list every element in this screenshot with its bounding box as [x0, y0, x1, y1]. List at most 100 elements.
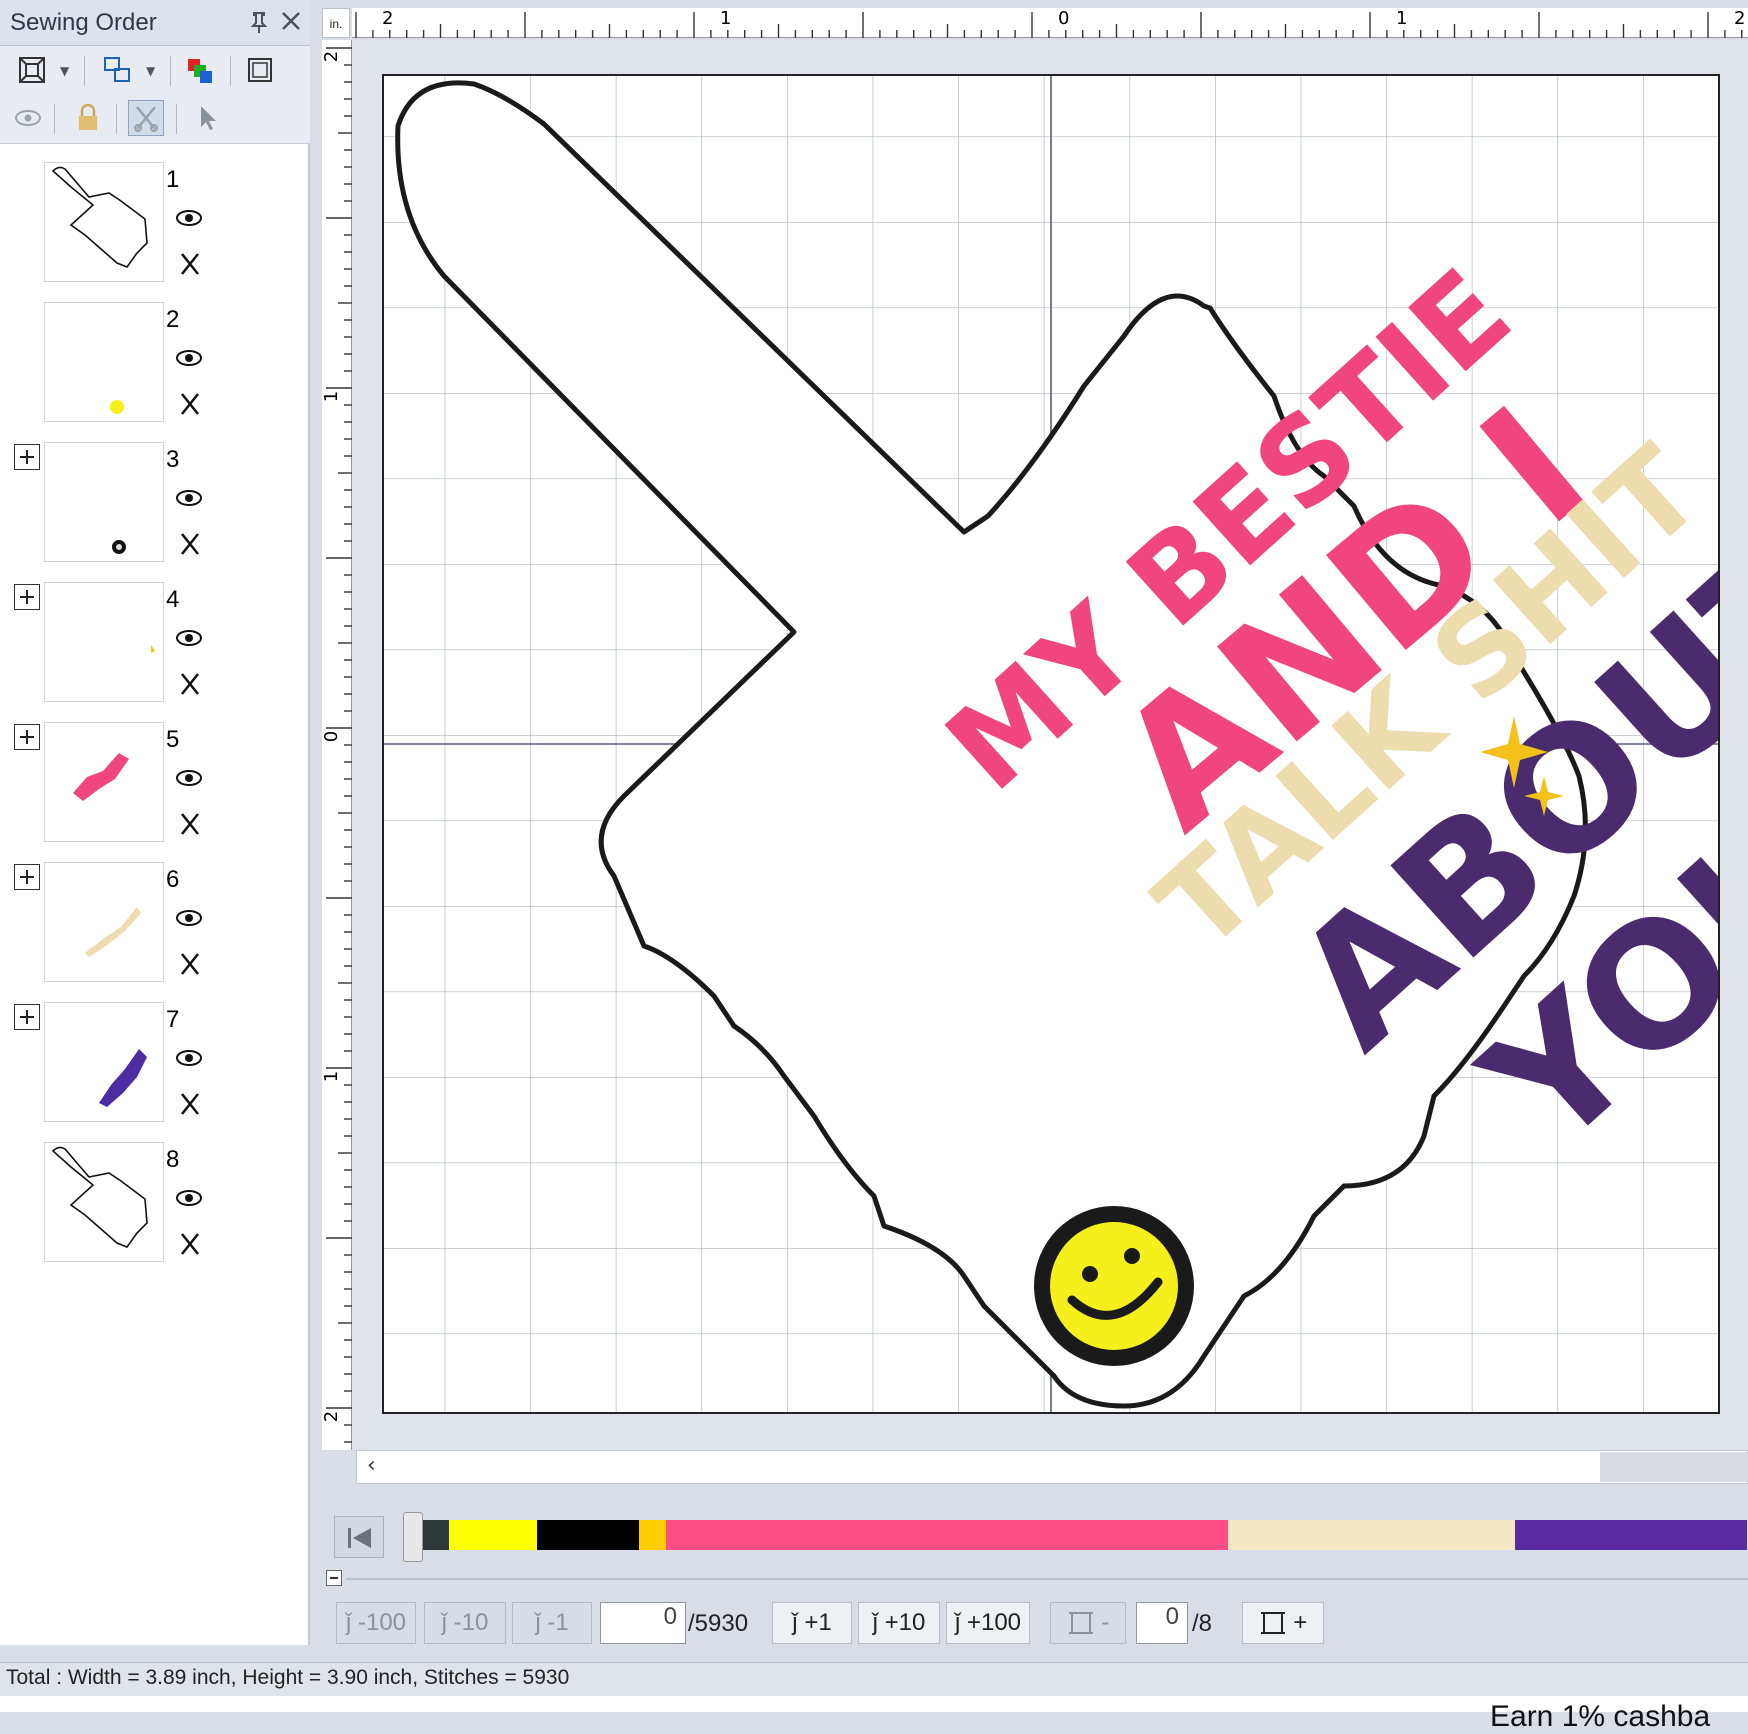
stitch-slider-thumb[interactable] [403, 1512, 423, 1562]
status-text: Total : Width = 3.89 inch, Height = 3.90… [6, 1666, 570, 1689]
eye-icon[interactable] [174, 768, 204, 792]
sequence-item-6[interactable]: 6 [0, 862, 300, 988]
eye-icon[interactable] [174, 348, 204, 372]
needle-icon: ǰ [535, 1609, 541, 1636]
close-icon[interactable] [280, 10, 302, 36]
jump-to-start-button[interactable] [334, 1516, 384, 1558]
scissors-icon[interactable] [178, 672, 202, 702]
scroll-left-icon[interactable]: ‹ [367, 1453, 376, 1478]
eye-icon[interactable] [174, 908, 204, 932]
scissors-icon[interactable] [178, 252, 202, 282]
frame-position-input[interactable]: 0 [1136, 1602, 1188, 1644]
eye-icon[interactable] [174, 208, 204, 232]
expand-toggle[interactable] [14, 444, 40, 470]
lock-icon[interactable] [70, 100, 106, 136]
sequence-number: 4 [166, 586, 180, 613]
frame-icon [1260, 1612, 1285, 1634]
fit-to-window-icon[interactable] [14, 52, 50, 88]
fit-dropdown-chevron-icon[interactable]: ▼ [60, 64, 69, 78]
frame-plus-button[interactable]: + [1242, 1602, 1324, 1644]
vertical-ruler: 2 1 0 1 2 [321, 40, 352, 1460]
color-order-icon[interactable] [182, 52, 218, 88]
ruler-label: 0 [321, 730, 343, 743]
sequence-number: 5 [166, 726, 180, 753]
group-dropdown-chevron-icon[interactable]: ▼ [146, 64, 155, 78]
panel-toolbar-top: ▼ ▼ [0, 46, 310, 96]
step-label: -1 [547, 1609, 569, 1636]
step-label: -10 [453, 1609, 489, 1636]
arrow-cursor-icon[interactable] [190, 100, 226, 136]
toolbar-divider [230, 56, 231, 86]
collapse-toggle[interactable] [326, 1570, 342, 1586]
sequence-item-5[interactable]: 5 [0, 722, 300, 848]
step-minus-100-button[interactable]: ǰ -100 [336, 1602, 416, 1644]
thread-color-segment [537, 1520, 639, 1550]
sequence-item-4[interactable]: 4 [0, 582, 300, 708]
eye-icon[interactable] [174, 488, 204, 512]
sequence-item-7[interactable]: 7 [0, 1002, 300, 1128]
step-plus-100-button[interactable]: ǰ +100 [946, 1602, 1030, 1644]
frame-total: /8 [1192, 1610, 1213, 1637]
ruler-label: 2 [1734, 8, 1746, 29]
sequence-number: 1 [166, 166, 180, 193]
thread-color-segment [1228, 1520, 1515, 1550]
ruler-label: 1 [321, 1070, 343, 1083]
thread-color-segment [1515, 1520, 1747, 1550]
divider [346, 1578, 1748, 1580]
sequence-number: 6 [166, 866, 180, 893]
frame-minus-button[interactable]: - [1050, 1602, 1126, 1644]
eye-icon[interactable] [174, 1048, 204, 1072]
thread-color-strip[interactable] [412, 1520, 1748, 1550]
thread-color-segment [449, 1520, 537, 1550]
frame-icon[interactable] [242, 52, 278, 88]
sequence-item-3[interactable]: 3 [0, 442, 300, 568]
step-plus-10-button[interactable]: ǰ +10 [858, 1602, 940, 1644]
frame-icon [1068, 1612, 1093, 1634]
horizontal-scrollbar[interactable]: ‹ [356, 1450, 1748, 1484]
stitch-position-input[interactable]: 0 [600, 1602, 686, 1644]
sequence-item-1[interactable]: 1 [0, 162, 300, 288]
taskbar-strip [0, 1696, 1748, 1712]
expand-toggle[interactable] [14, 864, 40, 890]
scissors-icon[interactable] [128, 100, 164, 136]
scissors-icon[interactable] [178, 392, 202, 422]
expand-toggle[interactable] [14, 1004, 40, 1030]
panel-toolbar-bottom [0, 96, 310, 144]
taskbar-text: Earn 1% cashba [1490, 1700, 1711, 1733]
step-label: + [1293, 1609, 1308, 1636]
scissors-icon[interactable] [178, 952, 202, 982]
ruler-unit-label: in. [322, 8, 350, 38]
pin-icon[interactable] [248, 10, 270, 38]
sequence-thumbnail [44, 302, 164, 422]
toolbar-divider [54, 104, 55, 134]
toolbar-divider [84, 56, 85, 86]
scrollbar-thumb[interactable] [1600, 1452, 1748, 1482]
toolbar-divider [170, 56, 171, 86]
needle-icon: ǰ [954, 1609, 961, 1636]
ruler-label: 2 [382, 8, 394, 29]
scissors-icon[interactable] [178, 1092, 202, 1122]
sequence-thumbnail [44, 582, 164, 702]
stitch-total: /5930 [688, 1610, 749, 1637]
group-icon[interactable] [100, 52, 136, 88]
needle-icon: ǰ [441, 1609, 447, 1636]
sequence-number: 8 [166, 1146, 180, 1173]
expand-toggle[interactable] [14, 584, 40, 610]
eye-icon[interactable] [174, 628, 204, 652]
step-minus-1-button[interactable]: ǰ -1 [512, 1602, 592, 1644]
scissors-icon[interactable] [178, 1232, 202, 1262]
step-minus-10-button[interactable]: ǰ -10 [424, 1602, 506, 1644]
sequence-number: 2 [166, 306, 180, 333]
sequence-thumbnail [44, 442, 164, 562]
hoop-area[interactable]: MY BESTIE AND I TALK SHIT ABOUT YOU [382, 74, 1748, 1414]
scissors-icon[interactable] [178, 532, 202, 562]
scissors-icon[interactable] [178, 812, 202, 842]
sequence-thumbnail [44, 1002, 164, 1122]
sequence-item-2[interactable]: 2 [0, 302, 300, 428]
eye-icon[interactable] [174, 1188, 204, 1212]
ruler-label: 1 [720, 8, 732, 29]
eye-icon[interactable] [10, 100, 46, 136]
step-plus-1-button[interactable]: ǰ +1 [772, 1602, 852, 1644]
sequence-item-8[interactable]: 8 [0, 1142, 300, 1268]
expand-toggle[interactable] [14, 724, 40, 750]
